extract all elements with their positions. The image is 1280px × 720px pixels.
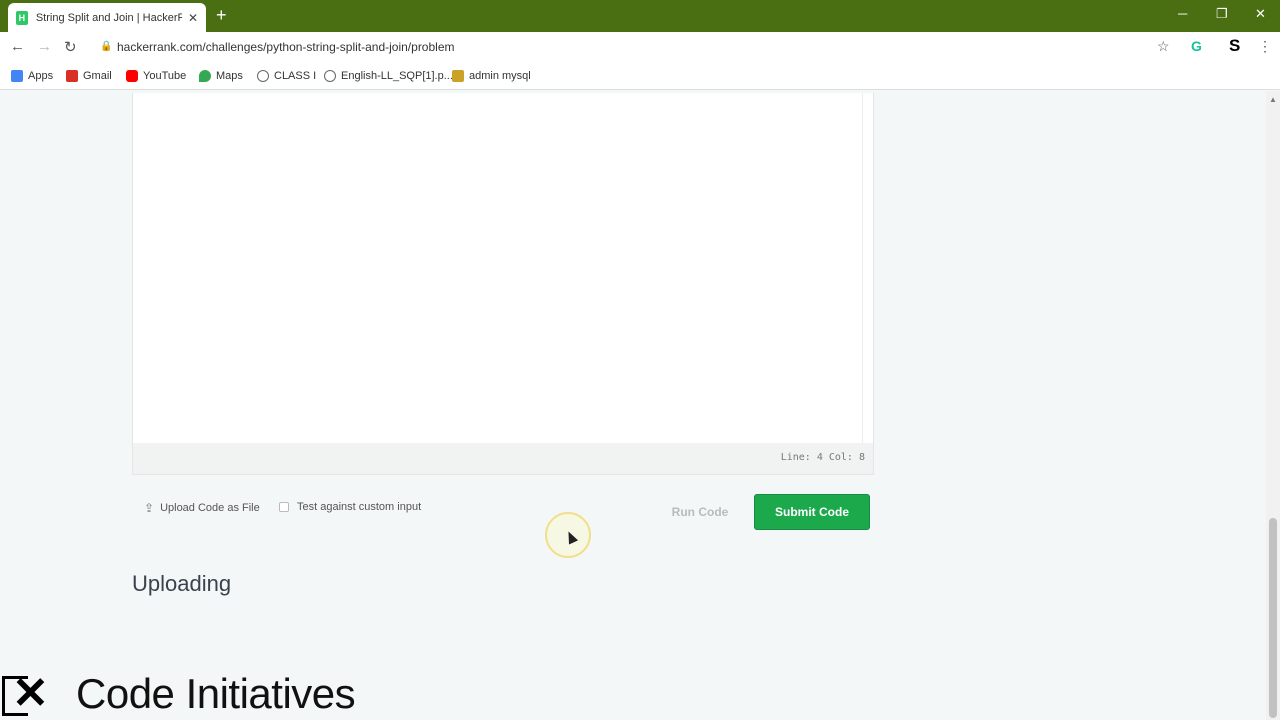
profile-avatar[interactable]: S [1229,36,1240,56]
minimize-icon[interactable]: ─ [1178,6,1187,21]
address-bar-url[interactable]: hackerrank.com/challenges/python-string-… [117,40,455,54]
page-scrollbar[interactable]: ▲ [1266,91,1280,720]
tab-close-icon[interactable]: ✕ [188,11,198,25]
bookmarks-bar [0,62,1280,90]
globe-icon [257,70,269,82]
bookmark-admin-mysql[interactable]: admin mysql [452,70,531,82]
grammarly-extension-icon[interactable]: G [1191,38,1202,54]
tab-title: String Split and Join | HackerRank [35,11,182,24]
forward-arrow-icon[interactable]: → [37,38,52,55]
folder-icon [452,70,464,82]
maps-pin-icon [199,70,211,82]
browser-tab[interactable]: H String Split and Join | HackerRank ✕ [8,3,206,32]
upload-code-link[interactable]: ⇪ Upload Code as File [144,501,260,515]
submit-code-button[interactable]: Submit Code [754,494,870,530]
new-tab-plus-icon[interactable]: + [216,6,227,24]
run-code-button[interactable]: Run Code [656,496,744,528]
upload-label: Upload Code as File [160,502,260,514]
reload-icon[interactable]: ↻ [64,38,77,56]
upload-icon: ⇪ [144,501,155,515]
apps-grid-icon [11,70,23,82]
window-close-icon[interactable]: ✕ [1255,6,1266,22]
lock-icon: 🔒 [100,41,113,52]
bookmark-star-icon[interactable]: ☆ [1157,38,1170,55]
back-arrow-icon[interactable]: ← [10,38,25,55]
youtube-icon [126,70,138,82]
watermark-text: Code Initiatives [76,670,356,717]
bookmark-youtube[interactable]: YouTube [126,70,186,82]
bookmark-english-sqp[interactable]: English-LL_SQP[1].p... [324,70,453,82]
restore-icon[interactable]: ❐ [1216,6,1228,22]
bookmark-apps[interactable]: Apps [11,70,53,82]
bookmark-class-i[interactable]: CLASS I [257,70,316,82]
browser-tab-strip: H String Split and Join | HackerRank ✕ +… [0,0,1280,32]
watermark: ✕ Code Initiatives [0,668,356,720]
custom-input-toggle[interactable]: Test against custom input [279,501,421,513]
bookmark-gmail[interactable]: Gmail [66,70,112,82]
editor-status-bar: Line: 4 Col: 8 [132,443,874,475]
globe-icon [324,70,336,82]
custom-input-label: Test against custom input [297,501,422,513]
hackerrank-favicon-icon: H [16,10,28,25]
browser-menu-icon[interactable]: ⋮ [1258,38,1272,55]
editor-margin-line [862,93,863,443]
scrollbar-thumb[interactable] [1269,518,1277,718]
section-heading: Uploading [132,571,232,596]
custom-input-checkbox[interactable] [279,502,289,512]
bookmark-maps[interactable]: Maps [199,70,243,82]
cursor-position: Line: 4 Col: 8 [780,452,865,463]
code-initiatives-logo-icon: ✕ [0,670,70,718]
scroll-up-icon[interactable]: ▲ [1269,95,1277,104]
gmail-icon [66,70,78,82]
code-editor[interactable] [132,93,874,443]
